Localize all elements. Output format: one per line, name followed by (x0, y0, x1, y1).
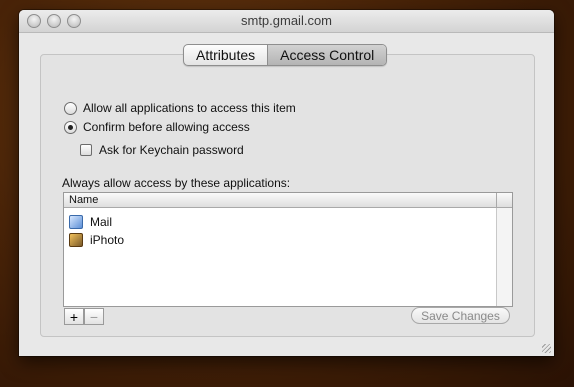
allow-all-radio[interactable] (64, 101, 77, 115)
tab-bar: Attributes Access Control (183, 44, 388, 66)
tab-access-control[interactable]: Access Control (267, 45, 387, 65)
keychain-item-window: smtp.gmail.com Attributes Access Control… (19, 10, 554, 356)
confirm-radio[interactable] (64, 120, 77, 134)
ask-keychain-checkbox[interactable] (80, 144, 92, 156)
window-title: smtp.gmail.com (240, 13, 333, 28)
table-scrollbar[interactable] (496, 208, 512, 306)
tab-attributes[interactable]: Attributes (184, 45, 267, 65)
iphoto-icon (69, 233, 83, 247)
apps-heading: Always allow access by these application… (62, 176, 291, 190)
column-header-name[interactable]: Name (69, 193, 98, 207)
mail-icon (69, 215, 83, 229)
table-header[interactable]: Name (64, 193, 512, 208)
applications-table[interactable]: Name Mail iPhoto (63, 192, 513, 307)
column-divider (496, 193, 497, 207)
title-bar[interactable]: smtp.gmail.com (19, 10, 554, 33)
ask-keychain-label: Ask for Keychain password (99, 143, 244, 157)
app-row-iphoto[interactable]: iPhoto (69, 233, 124, 247)
confirm-label: Confirm before allowing access (83, 120, 250, 134)
app-row-mail[interactable]: Mail (69, 215, 112, 229)
resize-grip-icon[interactable] (542, 344, 551, 353)
confirm-option[interactable]: Confirm before allowing access (64, 120, 250, 134)
allow-all-label: Allow all applications to access this it… (83, 101, 296, 115)
access-control-panel: Allow all applications to access this it… (40, 54, 535, 337)
app-name: iPhoto (90, 233, 125, 247)
add-application-button[interactable]: + (64, 308, 84, 325)
ask-keychain-option[interactable]: Ask for Keychain password (80, 143, 244, 157)
allow-all-option[interactable]: Allow all applications to access this it… (64, 101, 296, 115)
save-changes-button[interactable]: Save Changes (411, 307, 510, 324)
app-name: Mail (90, 215, 113, 229)
remove-application-button[interactable]: − (84, 308, 104, 325)
